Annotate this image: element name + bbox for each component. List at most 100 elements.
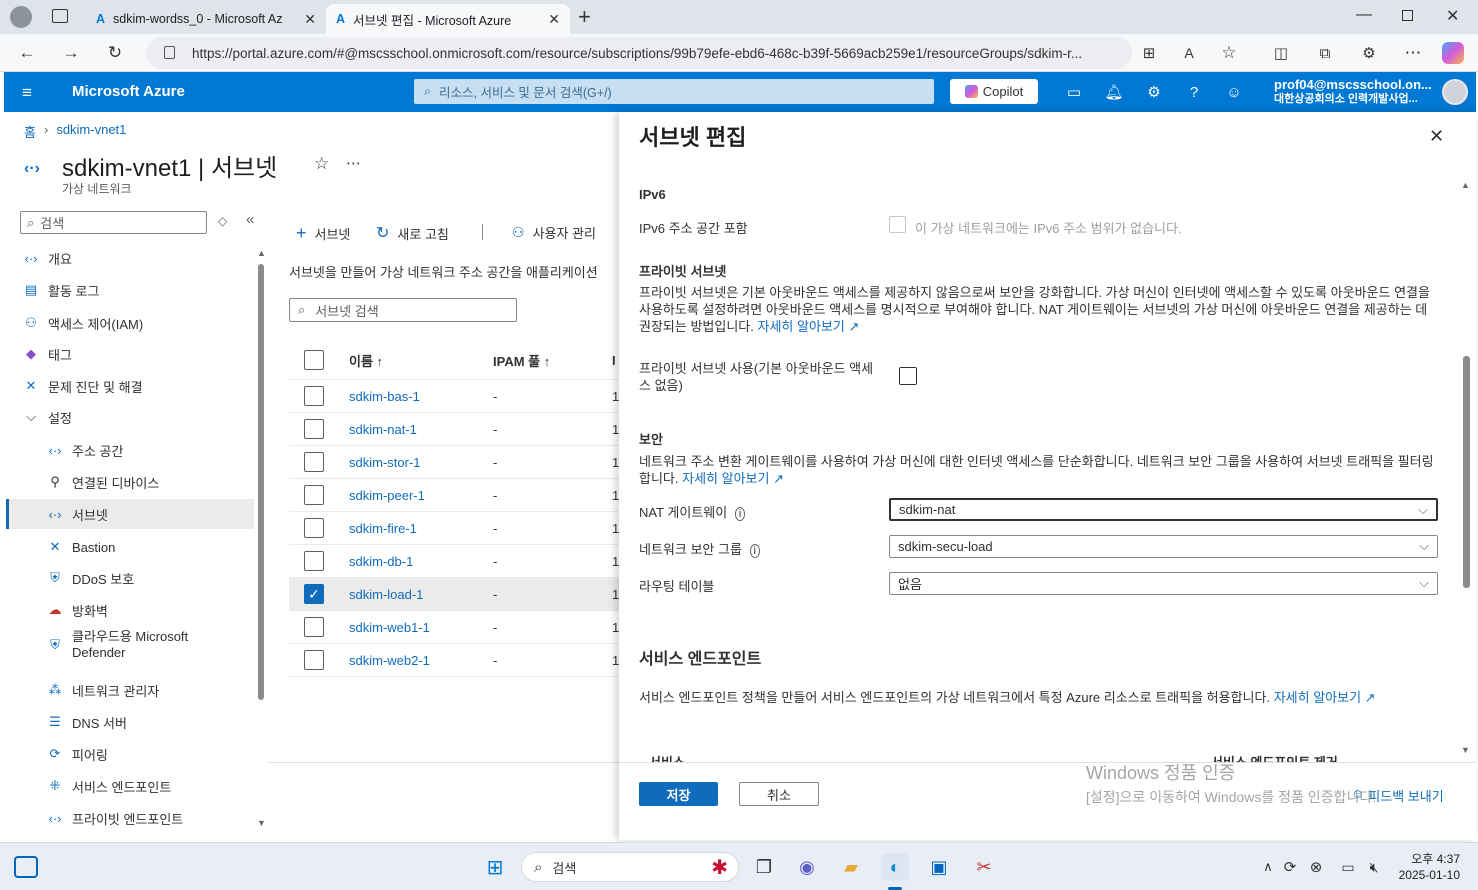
- scroll-up-icon[interactable]: ▲: [1461, 180, 1470, 190]
- widgets-icon[interactable]: [14, 856, 38, 878]
- column-header-name[interactable]: 이름 ↑: [349, 351, 383, 370]
- sidebar-search-input[interactable]: ⌕ 검색: [20, 211, 207, 234]
- column-header-ip[interactable]: I: [612, 353, 616, 368]
- sidebar-item[interactable]: ⛨ 클라우드용 Microsoft Defender: [6, 627, 254, 663]
- tab-actions-icon[interactable]: [52, 9, 68, 23]
- clock[interactable]: 오후 4:37 2025-01-10: [1388, 851, 1460, 883]
- cancel-button[interactable]: 취소: [739, 782, 819, 806]
- subnet-name-link[interactable]: sdkim-db-1: [349, 554, 413, 569]
- app-icon[interactable]: ⊞: [1136, 40, 1162, 66]
- extensions-icon[interactable]: ⚙: [1356, 40, 1382, 66]
- select-all-checkbox[interactable]: [304, 350, 324, 370]
- account-info[interactable]: prof04@mscsschool.on... 대한상공회의소 인력개발사업..…: [1274, 77, 1432, 107]
- edge-icon[interactable]: ◐: [881, 853, 909, 881]
- table-row[interactable]: sdkim-web1-1-1: [289, 611, 619, 644]
- close-tab-icon[interactable]: ✕: [548, 11, 560, 28]
- subnet-name-link[interactable]: sdkim-web1-1: [349, 620, 430, 635]
- save-button[interactable]: 저장: [639, 782, 718, 806]
- back-icon[interactable]: ←: [14, 40, 40, 66]
- close-circle-icon[interactable]: ⊗: [1302, 853, 1330, 881]
- forward-icon[interactable]: →: [58, 40, 84, 66]
- more-icon[interactable]: ⋯: [1400, 40, 1426, 66]
- row-checkbox[interactable]: [304, 386, 324, 406]
- restore-icon[interactable]: [1402, 10, 1413, 21]
- help-icon[interactable]: ?: [1184, 82, 1204, 102]
- cloud-shell-icon[interactable]: ▭: [1064, 82, 1084, 102]
- table-row[interactable]: sdkim-bas-1-1: [289, 380, 619, 413]
- row-checkbox[interactable]: [304, 617, 324, 637]
- read-aloud-icon[interactable]: A: [1176, 40, 1202, 66]
- sidebar-item[interactable]: ⁂ 네트워크 관리자: [6, 675, 254, 705]
- column-header-ipam[interactable]: IPAM 풀 ↑: [493, 351, 550, 370]
- sidebar-item[interactable]: ▤ 활동 로그: [6, 275, 254, 305]
- start-icon[interactable]: ⊞: [481, 853, 509, 881]
- favorite-star-icon[interactable]: ☆: [314, 154, 329, 174]
- nsg-dropdown[interactable]: sdkim-secu-load ⌵: [889, 535, 1438, 558]
- row-checkbox[interactable]: [304, 650, 324, 670]
- notifications-icon[interactable]: 🔔︎: [1104, 82, 1124, 102]
- table-row[interactable]: sdkim-peer-1-1: [289, 479, 619, 512]
- sidebar-item[interactable]: ✕ Bastion: [6, 532, 254, 562]
- sidebar-item[interactable]: ☁ 방화벽: [6, 595, 254, 625]
- avatar[interactable]: [1442, 79, 1468, 105]
- sidebar-item[interactable]: ◆ 태그: [6, 339, 254, 369]
- sidebar-item[interactable]: ⁜ 서비스 엔드포인트: [6, 771, 254, 801]
- info-icon[interactable]: i: [749, 544, 760, 558]
- sidebar-options-icon[interactable]: ◇: [218, 214, 227, 228]
- row-checkbox[interactable]: [304, 551, 324, 571]
- split-screen-icon[interactable]: ◫: [1268, 40, 1294, 66]
- url-field[interactable]: https://portal.azure.com/#@mscsschool.on…: [146, 37, 1132, 69]
- ipv6-checkbox[interactable]: [889, 216, 906, 233]
- azure-brand[interactable]: Microsoft Azure: [72, 83, 185, 100]
- hamburger-menu-icon[interactable]: ≡: [22, 83, 32, 103]
- refresh-button[interactable]: ↻ 새로 고침: [376, 223, 449, 243]
- table-row[interactable]: sdkim-web2-1-1: [289, 644, 619, 677]
- browser-tab-1[interactable]: A sdkim-wordss_0 - Microsoft Azure ✕: [86, 4, 326, 34]
- row-checkbox[interactable]: ✓: [304, 584, 324, 604]
- close-tab-icon[interactable]: ✕: [304, 11, 316, 28]
- subnet-name-link[interactable]: sdkim-web2-1: [349, 653, 430, 668]
- scroll-down-icon[interactable]: ▼: [257, 818, 266, 828]
- row-checkbox[interactable]: [304, 452, 324, 472]
- sidebar-item[interactable]: ‹·› 프라이빗 엔드포인트: [6, 803, 254, 833]
- sidebar-item[interactable]: ⚇ 액세스 제어(IAM): [6, 308, 254, 338]
- scroll-thumb[interactable]: [1463, 356, 1470, 588]
- scroll-up-icon[interactable]: ▲: [257, 248, 266, 258]
- sync-icon[interactable]: ⟳: [1276, 853, 1304, 881]
- scroll-down-icon[interactable]: ▼: [1461, 745, 1470, 755]
- sidebar-item[interactable]: ⌵ 설정: [6, 402, 254, 432]
- minimize-icon[interactable]: —: [1356, 6, 1372, 24]
- add-subnet-button[interactable]: + 서브넷: [296, 223, 350, 244]
- sidebar-item[interactable]: ⛨ DDoS 보호: [6, 563, 254, 593]
- sidebar-item[interactable]: ‹·› 서브넷: [6, 499, 254, 529]
- info-icon[interactable]: i: [734, 507, 746, 521]
- private-subnet-checkbox[interactable]: [899, 367, 917, 385]
- table-row[interactable]: sdkim-db-1-1: [289, 545, 619, 578]
- collapse-sidebar-icon[interactable]: «: [246, 211, 254, 228]
- breadcrumb-current[interactable]: sdkim-vnet1: [56, 122, 126, 141]
- store-icon[interactable]: ▣: [925, 853, 953, 881]
- global-search-input[interactable]: ⌕ 리소스, 서비스 및 문서 검색(G+/): [414, 79, 934, 104]
- subnet-name-link[interactable]: sdkim-bas-1: [349, 389, 420, 404]
- taskbar-search[interactable]: ⌕ 검색 ✱: [521, 852, 739, 882]
- sidebar-item[interactable]: ⟳ 피어링: [6, 739, 254, 769]
- volume-icon[interactable]: 🔇︎: [1360, 853, 1388, 881]
- nat-gateway-dropdown[interactable]: sdkim-nat ⌵: [889, 498, 1438, 521]
- learn-more-link[interactable]: 자세히 알아보기 ↗: [758, 319, 860, 334]
- learn-more-link[interactable]: 자세히 알아보기 ↗: [682, 471, 784, 486]
- sidebar-item[interactable]: ☰ DNS 서버: [6, 707, 254, 737]
- breadcrumb-home[interactable]: 홈: [24, 122, 36, 141]
- panel-scrollbar[interactable]: ▲ ▼: [1461, 180, 1471, 760]
- network-icon[interactable]: ▭: [1334, 853, 1362, 881]
- manage-users-button[interactable]: ⚇ 사용자 관리: [512, 223, 596, 242]
- copilot-button[interactable]: Copilot: [950, 79, 1038, 104]
- table-row[interactable]: ✓ sdkim-load-1-1: [289, 578, 619, 611]
- collections-icon[interactable]: ⧉: [1312, 40, 1338, 66]
- sidebar-item[interactable]: ✕ 문제 진단 및 해결: [6, 371, 254, 401]
- subnet-name-link[interactable]: sdkim-load-1: [349, 587, 423, 602]
- settings-icon[interactable]: ⚙: [1144, 82, 1164, 102]
- new-tab-icon[interactable]: +: [578, 4, 591, 30]
- favorite-icon[interactable]: ☆: [1216, 40, 1242, 66]
- task-view-icon[interactable]: ❐: [750, 853, 778, 881]
- sidebar-item[interactable]: ‹·› 주소 공간: [6, 435, 254, 465]
